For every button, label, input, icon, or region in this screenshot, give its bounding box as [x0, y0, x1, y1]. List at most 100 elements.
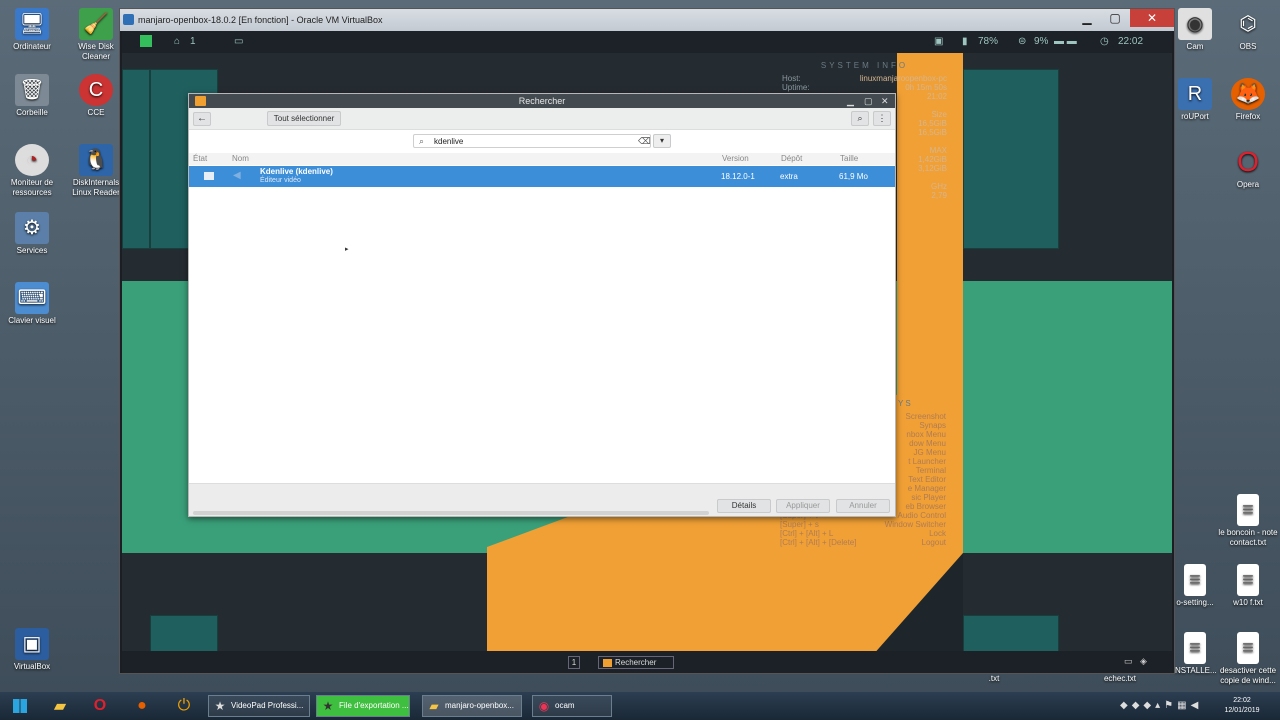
details-button[interactable]: Détails	[717, 499, 771, 513]
search-icon: ⌕	[419, 136, 425, 146]
desktop-icon-roport[interactable]: RroUPort	[1175, 78, 1215, 122]
sysinfo-header: SYSTEM INFO	[820, 61, 909, 70]
power-icon: ⏻	[177, 697, 191, 714]
minimize-button[interactable]: ▁	[1074, 9, 1100, 27]
battery-value: 78%	[978, 36, 999, 47]
workspace-number[interactable]: 1	[190, 36, 196, 47]
tray-app-icon[interactable]: ◆	[1120, 700, 1132, 711]
guest-bottom-panel: 1 Rechercher ▭ ◈	[122, 651, 1172, 673]
clock: 22:02	[1118, 36, 1144, 47]
package-manager-icon	[195, 96, 206, 106]
desktop-icon-txt[interactable]: .txt	[962, 674, 1026, 684]
disk-cleaner-icon: 🧹	[79, 8, 113, 40]
start-button[interactable]	[6, 695, 34, 717]
guest-task-rechercher[interactable]: Rechercher	[598, 656, 674, 669]
ocam-icon: ◉	[538, 699, 550, 713]
taskbar-power[interactable]: ⏻	[170, 695, 198, 717]
apply-button[interactable]: Appliquer	[776, 499, 830, 513]
desktop-icon-opera[interactable]: O Opera	[1216, 146, 1280, 190]
desktop-icon-keyboard[interactable]: ⌨ Clavier visuel	[0, 282, 64, 326]
recycle-bin-icon: 🗑	[15, 74, 49, 106]
maximize-button[interactable]: ▢	[1102, 9, 1128, 27]
taskbar-firefox[interactable]: ●	[128, 695, 156, 717]
close-icon[interactable]: ✕	[881, 94, 889, 108]
app-icon	[603, 659, 612, 667]
desktop-icon-echec[interactable]: echec.txt	[1088, 674, 1152, 684]
package-icon: ▣	[934, 36, 944, 47]
desktop-icon-recycle-bin[interactable]: 🗑 Corbeille	[0, 74, 64, 118]
dialog-toolbar: ← Tout sélectionner ⌕ ⋮	[189, 108, 895, 130]
host-taskbar: ▰ O ● ⏻ ★ VideoPad Professi... ★ File d'ex…	[0, 692, 1280, 720]
home-icon[interactable]: ⌂	[174, 36, 180, 47]
taskbar-task-videopad[interactable]: ★ VideoPad Professi...	[208, 695, 310, 717]
back-button[interactable]: ←	[193, 112, 211, 126]
desktop-icon-installe[interactable]: ≡ NSTALLE...	[1175, 632, 1217, 676]
search-value: kdenlive	[434, 137, 464, 146]
tray-up-icon[interactable]: ▴	[1155, 700, 1164, 711]
opera-icon: O	[93, 697, 107, 714]
desktop-icon-computer[interactable]: 🖥 Ordinateur	[0, 8, 64, 52]
arrow-left-icon: ←	[197, 113, 207, 124]
cce-icon: C	[79, 74, 113, 106]
taskbar-task-manjaro[interactable]: ▰ manjaro-openbox...	[422, 695, 522, 717]
taskbar-clock[interactable]: 22:02 12/01/2019	[1220, 696, 1264, 716]
desktop-icon-obs[interactable]: ⌬ OBS	[1216, 8, 1280, 52]
tray-app-icon[interactable]: ◆	[1132, 700, 1144, 711]
dialog-title-bar[interactable]: Rechercher ▁ ▢ ✕	[189, 94, 895, 108]
col-repo[interactable]: Dépôt	[781, 154, 802, 163]
package-version: 18.12.0-1	[721, 172, 755, 181]
search-dialog: Rechercher ▁ ▢ ✕ ← Tout sélectionner ⌕ ⋮…	[188, 93, 896, 517]
desktop-icon-w10[interactable]: ≡ w10 f.txt	[1216, 564, 1280, 608]
desktop-icon-resource-monitor[interactable]: ◔ Moniteur de ressources	[0, 144, 64, 198]
text-file-icon: ≡	[1184, 632, 1206, 664]
window-icon[interactable]: ▭	[234, 36, 243, 47]
network-icon[interactable]: ▦	[1177, 700, 1190, 711]
select-all-button[interactable]: Tout sélectionner	[267, 111, 341, 126]
computer-icon: 🖥	[15, 8, 49, 40]
taskbar-task-export[interactable]: ★ File d'exportation ...	[316, 695, 410, 717]
windows-logo-icon	[13, 699, 27, 713]
search-toggle-button[interactable]: ⌕	[851, 111, 869, 126]
volume-bars-icon: ▬ ▬	[1054, 36, 1077, 47]
desktop-icon-firefox[interactable]: 🦊 Firefox	[1216, 78, 1280, 122]
desktop-icon-setting[interactable]: ≡ o-setting...	[1175, 564, 1215, 608]
col-version[interactable]: Version	[722, 154, 749, 163]
text-file-icon: ≡	[1237, 494, 1259, 526]
obs-icon: ⌬	[1239, 13, 1257, 35]
manjaro-logo-icon[interactable]	[140, 35, 152, 47]
tray-shield-icon[interactable]: ◆	[1143, 700, 1155, 711]
desktop-icon-boncoin[interactable]: ≡ le boncoin - note contact.txt	[1216, 494, 1280, 548]
taskbar-task-ocam[interactable]: ◉ ocam	[532, 695, 612, 717]
tray-flag-icon[interactable]: ⚑	[1164, 700, 1177, 711]
desktop-icon-services[interactable]: ⚙ Services	[0, 212, 64, 256]
desktop-icon-virtualbox[interactable]: ▣ VirtualBox	[0, 628, 64, 672]
tray-eye-icon[interactable]: ◈	[1140, 656, 1147, 667]
volume-icon[interactable]: ◀	[1191, 700, 1203, 711]
firefox-icon: 🦊	[1231, 78, 1265, 110]
guest-workspace-button[interactable]: 1	[568, 656, 580, 669]
cancel-button[interactable]: Annuler	[836, 499, 890, 513]
guest-top-panel: ⌂ 1 ▭ ▣ ▮ 78% ⊜ 9% ▬ ▬ ◷ 22:02	[122, 31, 1172, 53]
text-file-icon: ≡	[1184, 564, 1206, 596]
desktop-icon-desactiver[interactable]: ≡ desactiver cette copie de wind...	[1216, 632, 1280, 686]
cpu-icon: ⊜	[1018, 36, 1027, 47]
search-mode-dropdown[interactable]: ▾	[653, 134, 671, 148]
col-state[interactable]: État	[193, 154, 207, 163]
col-name[interactable]: Nom	[232, 154, 249, 163]
search-input[interactable]: ⌕ kdenlive ⌫	[413, 134, 651, 148]
col-size[interactable]: Taille	[840, 154, 858, 163]
maximize-icon[interactable]: ▢	[864, 94, 873, 108]
tray-window-icon[interactable]: ▭	[1124, 656, 1133, 667]
menu-button[interactable]: ⋮	[873, 111, 891, 126]
vbox-app-icon	[123, 14, 134, 25]
table-row[interactable]: ◀ Kdenlive (kdenlive) Éditeur vidéo 18.1…	[189, 166, 895, 187]
desktop-icon-cam[interactable]: ◉ Cam	[1175, 8, 1215, 52]
horizontal-scrollbar[interactable]	[193, 511, 709, 515]
taskbar-explorer[interactable]: ▰	[46, 695, 74, 717]
install-checkbox[interactable]	[204, 172, 214, 180]
close-button[interactable]: ✕	[1130, 9, 1174, 27]
minimize-icon[interactable]: ▁	[847, 94, 854, 108]
clear-icon[interactable]: ⌫	[638, 136, 651, 147]
vbox-title-bar[interactable]: manjaro-openbox-18.0.2 [En fonction] - O…	[120, 9, 1174, 31]
taskbar-opera[interactable]: O	[86, 695, 114, 717]
